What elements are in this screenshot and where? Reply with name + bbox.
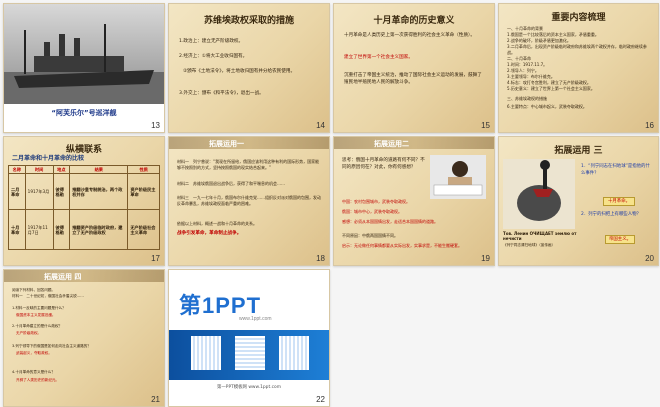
table-header: 结果 (69, 165, 129, 174)
slide-text-line: 材料一 二十世纪初，俄国社会矛盾尖锐…… (12, 294, 84, 298)
slide-thumbnail-20[interactable]: 拓展运用 三 Тов. Ленин ОЧИЩАЕТ землю от нечис… (498, 136, 659, 266)
slide-text-line: 5.历史意义：建立了世界上第一个社会主义国家。 (507, 86, 595, 91)
table-cell: 二月革命 (8, 173, 26, 210)
student-reading-image (430, 155, 486, 199)
slide-text-line: 材料一 列宁曾说：“我现在所留给，俄国应该利用这种有利的国际形势，国家能够不按照… (177, 159, 320, 170)
slide-number: 21 (151, 395, 160, 404)
slide-number: 22 (316, 395, 325, 404)
slide-text-line: 启示：无论做任何事情都要从实际出发，实事求是，不能生搬硬套。 (342, 243, 462, 248)
slide-thumbnail-18[interactable]: 拓展运用一 材料一 列宁曾说：“我现在所留给，俄国应该利用这种有利的国际形势，国… (168, 136, 330, 266)
table-cell: 资产阶级民主革命 (127, 173, 160, 210)
slide-subtitle: 二月革命和十月革命的比较 (12, 155, 85, 162)
slide-text-line: ②颁布《土地法令》，将土地收归国有并分给农民使用。 (183, 69, 296, 74)
slide-text-line: 材料二 苏维埃俄国退出战争后，获得了和平喘息的机会…… (177, 181, 285, 186)
slide-text-line: 感想：必须从本国国情出发，走适合本国国情的道路。 (342, 219, 438, 224)
poster-source: 《列宁同志清扫地球》（宣传画） (503, 243, 556, 247)
slide-thumbnail-14[interactable]: 苏维埃政权采取的措施 1.政治上：建立无产阶级政权。 2.经济上：①将大工业收归… (168, 3, 330, 133)
slide-number: 15 (481, 121, 490, 130)
slide-text-line: 2．列宁的扫把上有哪些人物？ (581, 212, 641, 217)
slide-text-line: 俄国：城市中心，武装夺取政权。 (342, 209, 402, 214)
slide-title: 拓展运用一 (209, 140, 244, 148)
comparison-table: 名称 时间 地点 结果 性质 二月革命 1917年3月 彼得格勒 推翻沙皇专制统… (8, 165, 160, 250)
slide-number: 18 (316, 254, 325, 263)
table-header-row: 名称 时间 地点 结果 性质 (8, 165, 160, 174)
table-header: 名称 (8, 165, 26, 174)
slide-thumbnail-22[interactable]: 第1PPT www.1ppt.com 第一PPT模板网 www.1ppt.com… (168, 269, 330, 407)
slide-caption: “阿芙乐尔”号巡洋舰 (51, 109, 117, 117)
slide-text-line: 3.外交上：颁布《和平法令》，退出一战。 (179, 91, 264, 96)
footer-text: 第一PPT模板网 www.1ppt.com (217, 385, 281, 390)
answer-box: 十月革命。 (603, 197, 635, 206)
table-cell: 无产阶级社会主义革命 (127, 209, 160, 250)
slide-text-line: 材料三 一九一七年十月，俄国布尔什维克党……组织反对派对俄国的包围，发动反革命暴… (177, 195, 321, 206)
slide-thumbnail-19[interactable]: 拓展运用二 思考：俄国十月革命的道路有何不同？不同的原因何在？对此，你有何感想？… (333, 136, 495, 266)
slide-text-line: 沉重打击了帝国主义统治，推动了国际社会主义运动的发展，鼓舞了殖民地半殖民地人民的… (344, 73, 482, 85)
lenin-poster-image (503, 159, 575, 229)
table-header: 地点 (52, 165, 71, 174)
slide-text-line: 依据以上材料，概述一战和十月革命的关系。 (177, 221, 257, 226)
slide-title: 拓展运用二 (374, 140, 409, 148)
table-row: 二月革命 1917年3月 彼得格勒 推翻沙皇专制统治，两个政权并存 资产阶级民主… (8, 173, 160, 210)
slide-title: 纵横联系 (65, 145, 102, 155)
slide-text-line: 4.十月革命的意义是什么？ (12, 370, 55, 374)
qr-block-3 (279, 336, 309, 370)
slide-number: 19 (481, 254, 490, 263)
slide-text-line: 三、苏维埃政权的措施 (507, 96, 547, 101)
slide-text-line: 1.政治上：建立无产阶级政权。 (179, 39, 244, 44)
slide-text-line: 1.材料一反映的主要问题是什么？ (12, 306, 66, 310)
slide-text-line: 2.十月革命建立的是什么政权？ (12, 324, 63, 328)
slide-thumbnail-16[interactable]: 重要内容梳理 一、十月革命的背景 1.俄国是一个比较落后的资本主义国家，矛盾重重… (498, 3, 659, 133)
table-cell: 十月革命 (8, 209, 26, 250)
slide-text-line: 6.主要特点：中心城市起义，武装夺取政权。 (507, 104, 587, 109)
cruiser-photo (4, 4, 164, 104)
table-cell: 1917年3月 (24, 173, 54, 210)
table-cell: 推翻资产阶级临时政府，建立了无产阶级政权 (69, 209, 129, 250)
table-cell: 彼得格勒 (52, 209, 71, 250)
poster-caption: Тов. Ленин ОЧИЩАЕТ землю от нечисти (503, 231, 577, 241)
slide-text-line: 建立了世界第一个社会主义国家。 (344, 55, 413, 60)
slide-text-line: 阅读下列材料，回答问题。 (12, 288, 56, 292)
table-row: 十月革命 1917年11月7日 彼得格勒 推翻资产阶级临时政府，建立了无产阶级政… (8, 209, 160, 250)
slide-thumbnail-13[interactable]: “阿芙乐尔”号巡洋舰 13 (3, 3, 165, 133)
slide-text-line: 3.二月革命后，出现资产阶级临时政府和苏维埃两个政权并存，临时政府继续参战。 (507, 44, 647, 55)
slide-text-line: 1．“列宁同志在扫地球”是指他的什么事件？ (581, 164, 650, 176)
qr-block-1 (191, 336, 221, 370)
answer-box: 帝国主义。 (605, 235, 635, 244)
slide-title: 重要内容梳理 (551, 13, 606, 23)
slide-thumbnail-15[interactable]: 十月革命的历史意义 十月革命是人类历史上第一次获得胜利的社会主义革命（性质）。 … (333, 3, 495, 133)
slide-text-line: 战争引发革命，革命制止战争。 (177, 231, 242, 236)
slide-text-line: 俄国资本主义发展迟缓。 (16, 313, 56, 317)
table-cell: 1917年11月7日 (24, 209, 54, 250)
slide-text-line: 思考：俄国十月革命的道路有何不同？不同的原因何在？对此，你有何感想？ (342, 158, 425, 170)
qr-block-2 (235, 336, 265, 370)
slide-number: 13 (151, 121, 160, 130)
slide-title: 十月革命的历史意义 (373, 16, 455, 26)
slide-thumbnail-21[interactable]: 拓展运用 四 阅读下列材料，回答问题。 材料一 二十世纪初，俄国社会矛盾尖锐……… (3, 269, 165, 407)
slide-number: 20 (645, 254, 654, 263)
table-cell: 彼得格勒 (52, 173, 71, 210)
slide-text-line: 开辟了人类历史的新纪元。 (16, 378, 60, 382)
slide-title: 拓展运用 三 (554, 146, 603, 156)
slide-number: 17 (151, 254, 160, 263)
slide-text-line: 武装起义，夺取政权。 (16, 351, 52, 355)
ppt-logo-url: www.1ppt.com (239, 316, 272, 322)
slide-number: 14 (316, 121, 325, 130)
slide-title: 拓展运用 四 (44, 273, 82, 281)
slide-thumbnail-17[interactable]: 纵横联系 二月革命和十月革命的比较 名称 时间 地点 结果 性质 二月革命 19… (3, 136, 165, 266)
slide-title: 苏维埃政权采取的措施 (203, 16, 294, 26)
slide-number: 16 (645, 121, 654, 130)
slide-text-line: 中国：农村包围城市，武装夺取政权。 (342, 199, 410, 204)
table-header: 时间 (24, 165, 54, 174)
table-header: 性质 (127, 165, 160, 174)
slide-text-line: 不同原因：中俄两国国情不同。 (342, 233, 398, 238)
slide-text-line: 2.经济上：①将大工业收归国有。 (179, 54, 248, 59)
slide-text-line: 无产阶级政权。 (16, 331, 42, 335)
table-cell: 推翻沙皇专制统治，两个政权并存 (69, 173, 129, 210)
slide-text-line: 3.列宁领导下的俄国是如何走向社会主义道路的？ (12, 344, 91, 348)
slide-text-line: 十月革命是人类历史上第一次获得胜利的社会主义革命（性质）。 (344, 33, 475, 38)
